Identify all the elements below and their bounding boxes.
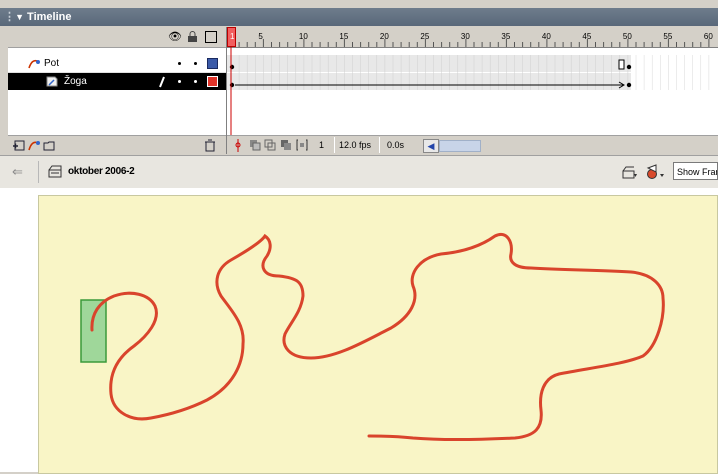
timeline-title-bar[interactable]: ⋮ ▼ Timeline — [0, 8, 718, 26]
frame-number-label: 35 — [501, 32, 511, 41]
visibility-dot[interactable] — [178, 80, 181, 83]
back-arrow-icon[interactable]: ⇐ — [12, 164, 23, 180]
insert-folder-icon[interactable] — [42, 139, 56, 152]
edit-bar: ⇐ oktober 2006-2 Show Fran — [0, 155, 718, 189]
outline-color-swatch[interactable] — [207, 76, 218, 87]
layer-icon — [46, 76, 58, 87]
motion-guide-icon — [28, 59, 40, 69]
outline-icon[interactable] — [205, 31, 217, 43]
frame-end-marker-pot — [618, 59, 625, 70]
layer-toolbar — [8, 135, 226, 155]
lock-dot[interactable] — [194, 62, 197, 65]
layer-header-row: 👁 — [8, 27, 226, 48]
lock-icon[interactable] — [187, 31, 198, 43]
frame-number-label: 25 — [420, 32, 430, 41]
keyframe-start-pot — [229, 64, 235, 70]
elapsed-time: 0.0s — [387, 140, 405, 150]
frame-number-label: 20 — [379, 32, 389, 41]
frame-ruler[interactable]: 1 5 10 15 20 25 30 35 40 45 50 55 60 — [227, 27, 718, 48]
collapse-arrow-icon[interactable]: ▼ — [15, 12, 24, 22]
eye-icon[interactable]: 👁 — [168, 30, 182, 43]
scene-icon — [48, 165, 62, 178]
edit-multiple-frames-icon[interactable] — [280, 139, 292, 151]
onion-skin-outlines-icon[interactable] — [264, 139, 276, 151]
outline-color-swatch[interactable] — [207, 58, 218, 69]
stage[interactable] — [38, 195, 718, 474]
lock-dot[interactable] — [194, 80, 197, 83]
visibility-dot[interactable] — [178, 62, 181, 65]
stage-drawing[interactable] — [39, 196, 717, 473]
layer-name[interactable]: Žoga — [64, 73, 87, 90]
frame-number-label: 1 — [230, 32, 235, 41]
keyframe-end-zoga — [626, 82, 632, 88]
edit-scene-icon[interactable] — [622, 165, 638, 179]
frame-number-label: 10 — [298, 32, 308, 41]
pencil-icon — [159, 76, 165, 88]
frame-number-label: 45 — [582, 32, 592, 41]
grip-icon[interactable]: ⋮ — [4, 8, 15, 26]
scene-title[interactable]: oktober 2006-2 — [68, 166, 135, 177]
zoom-select[interactable]: Show Fran — [673, 162, 718, 180]
frame-number-label: 40 — [541, 32, 551, 41]
frame-number-label: 15 — [339, 32, 349, 41]
frames-grid[interactable] — [227, 47, 718, 135]
motion-guide-path[interactable] — [90, 233, 665, 441]
layer-name[interactable]: Pot — [44, 55, 59, 72]
onion-skin-icon[interactable] — [249, 139, 261, 151]
edit-symbols-icon[interactable] — [645, 164, 665, 180]
frame-number-label: 55 — [663, 32, 673, 41]
layer-row-pot[interactable]: Pot — [8, 55, 226, 73]
add-motion-guide-icon[interactable] — [27, 139, 41, 152]
center-frame-icon[interactable] — [233, 139, 243, 152]
layer-row-zoga[interactable]: Žoga — [8, 73, 226, 90]
frame-number-label: 30 — [460, 32, 470, 41]
keyframe-start-zoga — [229, 82, 235, 88]
layers-panel: 👁 Pot Žoga — [8, 27, 227, 155]
keyframe-end-pot — [626, 64, 632, 70]
frames-panel[interactable]: 1 5 10 15 20 25 30 35 40 45 50 55 60 1 1… — [227, 27, 718, 155]
horizontal-scrollbar[interactable] — [439, 140, 481, 152]
timeline-title: Timeline — [27, 11, 72, 23]
current-frame: 1 — [319, 140, 325, 150]
frame-number-label: 50 — [622, 32, 632, 41]
insert-layer-icon[interactable] — [12, 139, 26, 152]
frame-number-label: 5 — [258, 32, 263, 41]
frame-number-label: 60 — [703, 32, 713, 41]
modify-onion-markers-icon[interactable] — [296, 139, 308, 151]
trash-icon[interactable] — [204, 139, 216, 152]
frames-status-bar: 1 12.0 fps 0.0s ◀ — [227, 135, 718, 155]
frame-rate[interactable]: 12.0 fps — [339, 140, 371, 150]
zoga-symbol-instance[interactable] — [80, 299, 107, 363]
scroll-left-button[interactable]: ◀ — [423, 139, 439, 153]
